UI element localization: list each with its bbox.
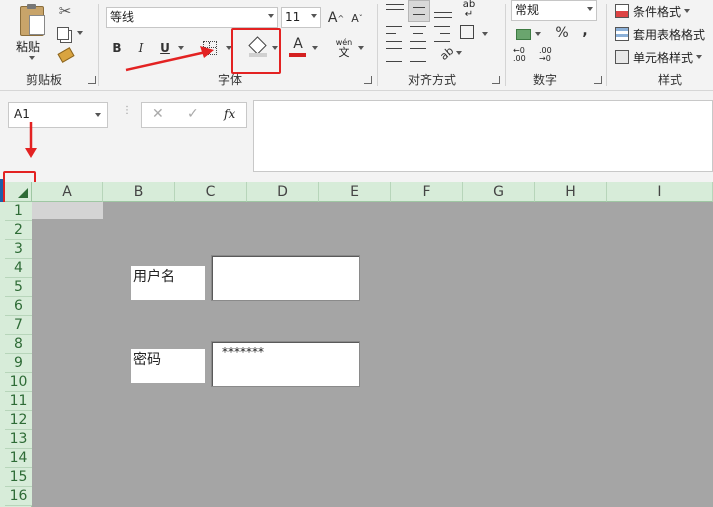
increase-indent-button[interactable] — [410, 48, 426, 62]
row-header[interactable]: 3 — [5, 240, 32, 259]
format-as-table-button[interactable]: 套用表格格式 — [615, 25, 713, 43]
align-center-button[interactable] — [410, 26, 426, 42]
username-input[interactable] — [211, 255, 360, 301]
formula-bar-grip[interactable]: ⋮ — [122, 106, 132, 122]
column-header-b[interactable]: B — [103, 182, 175, 202]
row-header[interactable]: 15 — [5, 468, 32, 487]
conditional-format-icon — [615, 4, 629, 18]
row-header[interactable]: 5 — [5, 278, 32, 297]
row-header[interactable]: 13 — [5, 430, 32, 449]
table-format-icon — [615, 27, 629, 41]
row-header[interactable]: 6 — [5, 297, 32, 316]
clipboard-dialog-launcher[interactable] — [88, 76, 96, 84]
row-header[interactable]: 8 — [5, 335, 32, 354]
row-header[interactable]: 12 — [5, 411, 32, 430]
username-label: 用户名 — [131, 266, 205, 300]
paste-button[interactable]: 粘贴 — [14, 4, 50, 62]
cell-a1[interactable] — [32, 202, 103, 219]
row-header[interactable]: 7 — [5, 316, 32, 335]
row-header[interactable]: 10 — [5, 373, 32, 392]
cut-button[interactable]: ✂ — [54, 2, 76, 20]
row-header[interactable]: 1 — [5, 202, 32, 221]
phonetic-button[interactable]: wén 文 — [333, 38, 355, 60]
orientation-icon: ab — [437, 43, 457, 63]
clipboard-icon — [20, 4, 45, 36]
clipboard-group-label: 剪贴板 — [25, 73, 62, 87]
column-header-h[interactable]: H — [535, 182, 607, 202]
row-header[interactable]: 9 — [5, 354, 32, 373]
bottom-align-button[interactable] — [434, 2, 452, 20]
cancel-icon[interactable]: ✕ — [152, 106, 164, 122]
password-input[interactable]: ******* — [211, 341, 360, 387]
fill-color-highlight — [231, 28, 281, 74]
column-header-d[interactable]: D — [247, 182, 319, 202]
annotation-arrow-toolbar — [125, 46, 214, 72]
alignment-dialog-launcher[interactable] — [492, 76, 500, 84]
column-header-c[interactable]: C — [175, 182, 247, 202]
paste-label: 粘贴 — [16, 40, 41, 54]
annotation-arrow-select-all — [25, 122, 37, 158]
row-header[interactable]: 14 — [5, 449, 32, 468]
format-painter-icon — [57, 47, 75, 63]
comma-button[interactable]: , — [578, 22, 592, 40]
ribbon: 粘贴 ✂ 剪贴板 等线 11 A ^ Aˇ B I U A wén 文 字体 a… — [0, 0, 713, 91]
top-align-button[interactable] — [386, 2, 404, 20]
decrease-indent-button[interactable] — [386, 48, 402, 62]
alignment-group-label: 对齐方式 — [407, 73, 456, 87]
password-label: 密码 — [131, 349, 205, 383]
wrap-icon: ↵ — [464, 9, 474, 20]
row-header[interactable]: 16 — [5, 487, 32, 506]
middle-align-button[interactable] — [408, 0, 430, 22]
align-left-button[interactable] — [386, 26, 402, 42]
font-color-button[interactable]: A — [288, 36, 308, 58]
font-size-select[interactable]: 11 — [281, 7, 321, 28]
merge-dropdown[interactable] — [482, 32, 488, 36]
column-header-e[interactable]: E — [319, 182, 391, 202]
number-format-select[interactable]: 常规 — [511, 0, 597, 21]
align-top-icon — [386, 4, 404, 10]
copy-icon — [57, 26, 69, 40]
decrease-decimal-button[interactable]: .00 →0 — [539, 47, 559, 65]
currency-icon — [515, 28, 531, 40]
styles-group-label: 样式 — [657, 73, 682, 87]
column-header-a[interactable]: A — [32, 182, 103, 202]
conditional-format-button[interactable]: 条件格式 — [615, 2, 713, 20]
number-dialog-launcher[interactable] — [594, 76, 602, 84]
row-header[interactable]: 4 — [5, 259, 32, 278]
column-header-f[interactable]: F — [391, 182, 463, 202]
font-dialog-launcher[interactable] — [364, 76, 372, 84]
scissors-icon: ✂ — [58, 2, 72, 20]
column-header-g[interactable]: G — [463, 182, 535, 202]
font-name-select[interactable]: 等线 — [106, 7, 278, 28]
copy-button[interactable] — [54, 24, 86, 42]
wrap-text-button[interactable]: ab ↵ — [460, 0, 478, 22]
orientation-button[interactable]: ab — [437, 43, 462, 63]
format-painter-button[interactable] — [56, 46, 76, 64]
phonetic-dropdown[interactable] — [358, 46, 364, 50]
font-color-dropdown[interactable] — [312, 46, 318, 50]
formula-input[interactable] — [253, 100, 713, 172]
column-header-i[interactable]: I — [607, 182, 713, 202]
align-right-button[interactable] — [434, 26, 450, 42]
grow-font-button[interactable]: A ^ — [326, 8, 346, 28]
insert-function-icon[interactable]: fx — [224, 107, 235, 121]
number-format-value: 常规 — [515, 3, 540, 17]
cell-styles-button[interactable]: 单元格样式 — [615, 48, 713, 66]
align-middle-icon — [413, 7, 425, 15]
enter-icon[interactable]: ✓ — [187, 106, 199, 122]
cell-styles-icon — [615, 50, 629, 64]
accounting-format-button[interactable] — [513, 26, 543, 42]
increase-decimal-button[interactable]: ←0.00 — [513, 47, 533, 65]
name-box-value: A1 — [14, 107, 30, 121]
row-header[interactable]: 2 — [5, 221, 32, 240]
formula-buttons: ✕ ✓ fx — [141, 102, 247, 128]
percent-button[interactable]: % — [553, 24, 571, 42]
align-bottom-icon — [434, 12, 452, 18]
shrink-font-button[interactable]: Aˇ — [348, 8, 366, 28]
font-name-value: 等线 — [110, 10, 135, 24]
merge-center-button[interactable] — [460, 25, 474, 39]
number-group-label: 数字 — [532, 73, 557, 87]
row-header[interactable]: 11 — [5, 392, 32, 411]
font-size-value: 11 — [285, 10, 301, 24]
